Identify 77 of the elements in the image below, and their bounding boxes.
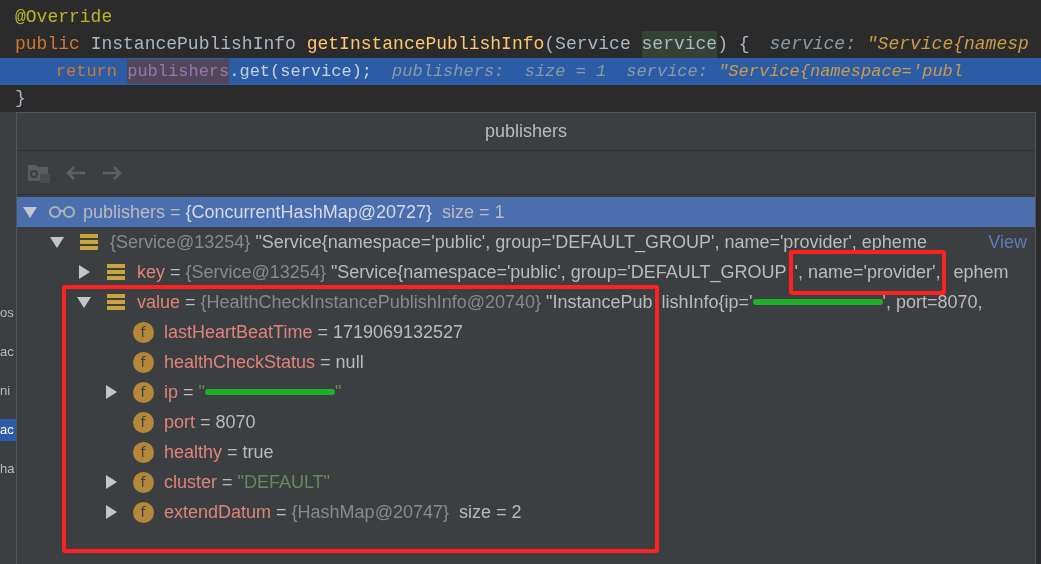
value-text: size = 2 — [457, 500, 522, 524]
value-text: "DEFAULT" — [237, 470, 330, 494]
value-text: " — [198, 380, 205, 404]
collapsed-arrow-icon[interactable] — [104, 385, 118, 399]
value-text: = null — [319, 350, 364, 374]
expanded-arrow-icon[interactable] — [77, 295, 91, 309]
panel-text-fragment: os — [0, 304, 15, 322]
panel-text-fragment: ac — [0, 343, 15, 361]
value-text: = — [169, 200, 182, 224]
value-text: " — [334, 380, 342, 404]
variable-name: value — [137, 290, 181, 314]
variable-name: healthy — [164, 440, 223, 464]
inline-hint: service: — [626, 60, 709, 83]
value-text: lishInfo{ip=' — [661, 290, 753, 314]
variable-name: ip — [164, 380, 178, 404]
type-label: {HealthCheckInstancePublishInfo@20740} — [200, 290, 542, 314]
expanded-arrow-icon[interactable] — [50, 235, 64, 249]
field-badge: f — [132, 501, 154, 523]
glasses-icon — [49, 205, 75, 219]
variable-name: key — [137, 260, 165, 284]
value-text: = — [182, 380, 195, 404]
field-badge: f — [132, 411, 154, 433]
code-text: .get(service); — [229, 60, 373, 83]
field-badge: f — [132, 471, 154, 493]
method-name: getInstancePublishInfo — [306, 33, 545, 56]
selected-row-highlight[interactable]: publishers = {ConcurrentHashMap@20727} size = 1 — [17, 197, 1035, 227]
annotation-box: ', name='provider', — [788, 249, 947, 295]
annotation-text: @Override — [15, 6, 113, 29]
type-label: {ConcurrentHashMap@20727} — [185, 200, 432, 224]
keyword-text: return — [54, 60, 119, 83]
value-text: = — [169, 260, 182, 284]
variable-name: extendDatum — [164, 500, 272, 524]
value-text: = 8070 — [199, 410, 256, 434]
list-icon — [107, 293, 125, 311]
inline-hint: publishers: size = 1 — [392, 60, 607, 83]
value-text: size = 1 — [441, 200, 505, 224]
list-icon — [107, 263, 125, 281]
field-badge: f — [132, 381, 154, 403]
panel-text-fragment: ni — [0, 382, 12, 400]
parameter-name: service — [641, 31, 718, 58]
code-text: ) { — [717, 33, 750, 56]
value-text: = — [184, 290, 197, 314]
variable-name: lastHeartBeatTime — [164, 320, 313, 344]
value-text: "Service{namespace='public', group='DEFAULT_GROUP — [329, 260, 787, 285]
view-link[interactable]: View — [988, 228, 1027, 256]
collapsed-arrow-icon[interactable] — [104, 475, 118, 489]
field-badge: f — [132, 351, 154, 373]
inline-hint: service: — [769, 33, 857, 56]
value-text: = 1719069132527 — [316, 320, 464, 344]
variable-name: publishers — [83, 200, 166, 224]
collapsed-arrow-icon[interactable] — [104, 505, 118, 519]
value-text: = true — [226, 440, 274, 464]
type-label: {Service@13254} — [185, 260, 326, 284]
inline-hint-value: "Service{namesp — [866, 33, 1029, 56]
inline-hint-value: "Service{namespace='publ — [718, 60, 963, 83]
variable-name: cluster — [164, 470, 217, 494]
value-text: = — [221, 470, 234, 494]
field-name: publishers — [127, 58, 230, 85]
code-text: } — [15, 87, 26, 110]
value-text: = — [275, 500, 288, 524]
code-text: InstancePublishInfo — [90, 33, 297, 56]
panel-text-fragment: ac — [0, 419, 16, 441]
value-text: ephem — [952, 260, 1009, 284]
expanded-arrow-icon[interactable] — [23, 205, 37, 219]
popup-title: publishers — [484, 120, 567, 143]
field-badge: f — [132, 441, 154, 463]
value-text: "InstancePub — [545, 290, 653, 314]
field-badge: f — [132, 321, 154, 343]
variable-name: port — [164, 410, 196, 434]
type-label: {Service@13254} — [110, 230, 251, 254]
panel-text-fragment: ha — [0, 460, 16, 478]
keyword-text: public — [15, 33, 81, 56]
variable-name: healthCheckStatus — [164, 350, 316, 374]
code-text: (Service — [544, 33, 632, 56]
list-icon — [80, 233, 98, 251]
collapsed-arrow-icon[interactable] — [77, 265, 91, 279]
type-label: {HashMap@20747} — [291, 500, 449, 524]
